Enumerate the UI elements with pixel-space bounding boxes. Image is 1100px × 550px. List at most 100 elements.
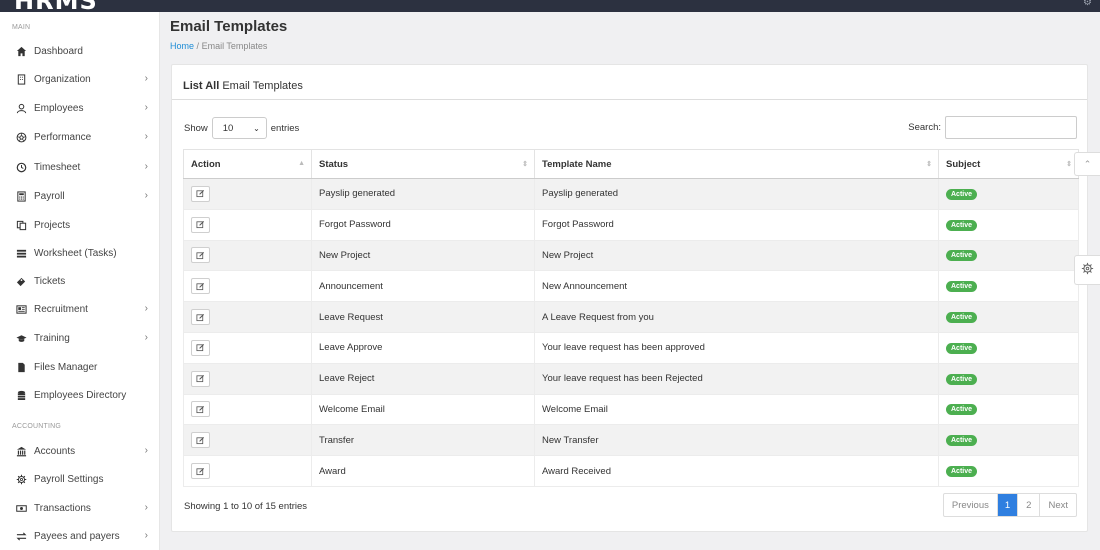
- sidebar-section-main: MAIN: [12, 24, 31, 31]
- file-icon: [12, 362, 30, 373]
- card-title-bold: List All: [183, 80, 220, 92]
- sidebar-item-label: Employees: [34, 102, 84, 114]
- breadcrumb: Home / Email Templates: [170, 41, 267, 51]
- status-cell: Transfer: [311, 424, 535, 457]
- edit-button[interactable]: [191, 463, 210, 480]
- gear-icon: [12, 474, 30, 485]
- action-cell: [183, 424, 312, 457]
- template-name-cell: New Project: [534, 239, 939, 272]
- edit-icon: [196, 313, 205, 321]
- card-title-rest: Email Templates: [222, 80, 303, 92]
- edit-button[interactable]: [191, 309, 210, 326]
- search-input[interactable]: [945, 116, 1077, 139]
- edit-icon: [196, 405, 205, 414]
- edit-button[interactable]: [191, 432, 210, 449]
- sidebar-item-tickets[interactable]: Tickets: [0, 270, 160, 292]
- subject-cell: Active: [938, 239, 1079, 272]
- table-row: Welcome Email Welcome Email Active: [183, 393, 1079, 426]
- sidebar-item-label: Recruitment: [34, 303, 88, 315]
- newspaper-icon: [12, 304, 30, 315]
- breadcrumb-home-link[interactable]: Home: [170, 41, 194, 51]
- app-logo[interactable]: HRMS: [14, 0, 98, 12]
- calculator-icon: [12, 190, 30, 202]
- edit-button[interactable]: [191, 278, 210, 295]
- entries-label: entries: [270, 122, 300, 134]
- subject-cell: Active: [938, 455, 1079, 487]
- edit-icon: [196, 344, 205, 352]
- template-name-cell: New Announcement: [534, 270, 939, 303]
- column-header-label: Subject: [946, 158, 981, 170]
- money-icon: [12, 503, 30, 514]
- action-cell: [183, 270, 312, 303]
- pagination-previous[interactable]: Previous: [944, 494, 998, 516]
- column-header-action[interactable]: Action ▲: [183, 149, 312, 179]
- sidebar-item-employees[interactable]: Employees ›: [0, 97, 160, 119]
- table-row: Leave Reject Your leave request has been …: [183, 362, 1079, 395]
- search-label: Search:: [908, 122, 941, 133]
- status-badge: Active: [946, 466, 978, 478]
- column-header-template-name[interactable]: Template Name ⇕: [534, 149, 939, 179]
- theme-settings-toggle[interactable]: [1074, 255, 1100, 285]
- sidebar-item-label: Payroll Settings: [34, 473, 104, 485]
- chevron-right-icon: ›: [144, 332, 148, 343]
- email-templates-table: Action ▲ Status ⇕ Template Name ⇕ Subject ⇕ …: [183, 149, 1079, 487]
- edit-button[interactable]: [191, 216, 210, 233]
- floating-tab[interactable]: ⌃: [1074, 152, 1100, 176]
- exchange-icon: [12, 531, 30, 542]
- entries-length-control: Show 10 ⌄ entries: [184, 117, 299, 139]
- sidebar-item-label: Projects: [34, 219, 71, 231]
- sort-icon: ⇕: [522, 161, 528, 168]
- pagination-page-1[interactable]: 1: [997, 494, 1019, 516]
- sidebar-item-recruitment[interactable]: Recruitment ›: [0, 298, 160, 320]
- sidebar-item-files-manager[interactable]: Files Manager: [0, 356, 160, 378]
- sidebar-item-worksheet[interactable]: Worksheet (Tasks): [0, 242, 160, 264]
- status-cell: Forgot Password: [311, 208, 535, 241]
- breadcrumb-separator: /: [196, 41, 200, 51]
- column-header-subject[interactable]: Subject ⇕: [938, 149, 1079, 179]
- column-header-label: Action: [191, 158, 221, 170]
- action-cell: [183, 208, 312, 241]
- template-name-cell: Payslip generated: [534, 178, 939, 210]
- status-cell: Announcement: [311, 270, 535, 303]
- edit-button[interactable]: [191, 401, 210, 418]
- status-badge: Active: [946, 281, 978, 293]
- subject-cell: Active: [938, 331, 1079, 364]
- sidebar-item-employees-directory[interactable]: Employees Directory: [0, 384, 160, 406]
- pagination-next[interactable]: Next: [1040, 494, 1076, 516]
- status-cell: Payslip generated: [311, 178, 535, 210]
- sidebar-item-payroll[interactable]: Payroll ›: [0, 185, 160, 207]
- sidebar-item-payroll-settings[interactable]: Payroll Settings: [0, 468, 160, 490]
- column-header-status[interactable]: Status ⇕: [311, 149, 535, 179]
- status-badge: Active: [946, 250, 978, 262]
- sidebar: MAIN Dashboard Organization › Employees …: [0, 12, 160, 550]
- sidebar-item-timesheet[interactable]: Timesheet ›: [0, 156, 160, 178]
- edit-icon: [196, 282, 205, 290]
- edit-button[interactable]: [191, 185, 210, 202]
- edit-button[interactable]: [191, 339, 210, 356]
- sidebar-item-payees-payers[interactable]: Payees and payers ›: [0, 525, 160, 547]
- entries-select[interactable]: 10 ⌄: [211, 117, 267, 139]
- template-name-cell: New Transfer: [534, 424, 939, 457]
- edit-button[interactable]: [191, 247, 210, 264]
- chevron-right-icon: ›: [144, 502, 148, 513]
- sidebar-item-dashboard[interactable]: Dashboard: [0, 40, 160, 62]
- sidebar-item-projects[interactable]: Projects: [0, 214, 160, 236]
- column-header-label: Template Name: [542, 158, 612, 170]
- action-cell: [183, 239, 312, 272]
- pagination-page-2[interactable]: 2: [1018, 494, 1041, 516]
- action-cell: [183, 455, 312, 487]
- sidebar-item-accounts[interactable]: Accounts ›: [0, 440, 160, 462]
- sidebar-item-training[interactable]: Training ›: [0, 327, 160, 349]
- sidebar-item-label: Organization: [34, 73, 91, 85]
- table-row: Leave Request A Leave Request from you Act…: [183, 301, 1079, 333]
- subject-cell: Active: [938, 270, 1079, 303]
- edit-button[interactable]: [191, 370, 210, 387]
- status-badge: Active: [946, 312, 978, 324]
- sidebar-item-performance[interactable]: Performance ›: [0, 126, 160, 148]
- sidebar-item-transactions[interactable]: Transactions ›: [0, 497, 160, 519]
- settings-icon[interactable]: ⚙: [1083, 0, 1092, 8]
- email-templates-card: List All Email Templates Show 10 ⌄ entri…: [171, 64, 1088, 532]
- sidebar-item-organization[interactable]: Organization ›: [0, 68, 160, 90]
- entries-select-value: 10: [222, 122, 234, 134]
- table-search: Search:: [908, 116, 1077, 139]
